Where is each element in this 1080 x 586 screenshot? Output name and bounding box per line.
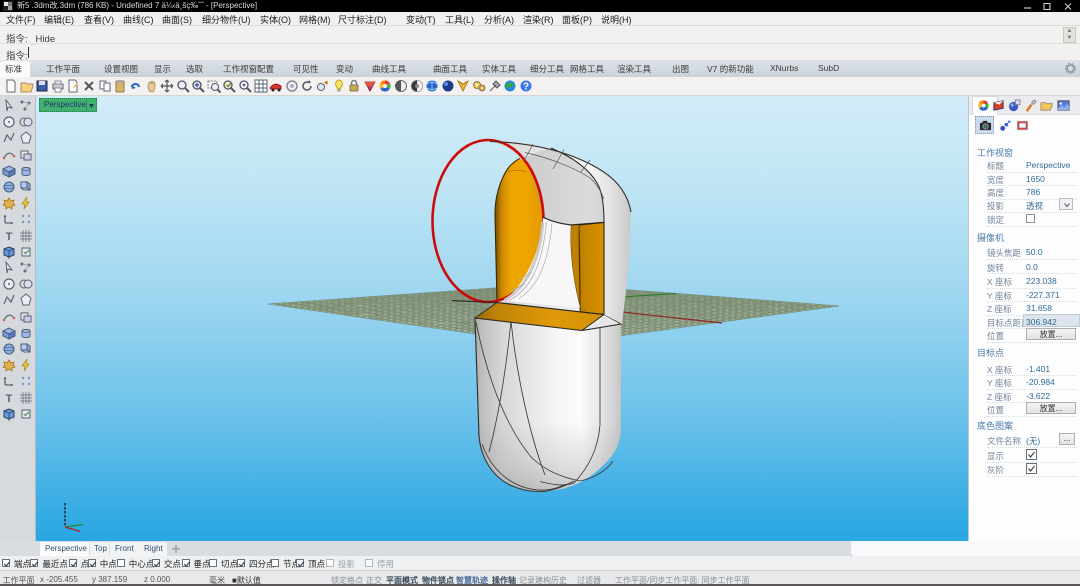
svg-text:T: T [6, 393, 13, 405]
svg-text:?: ? [523, 82, 529, 93]
svg-text:T: T [6, 231, 13, 243]
